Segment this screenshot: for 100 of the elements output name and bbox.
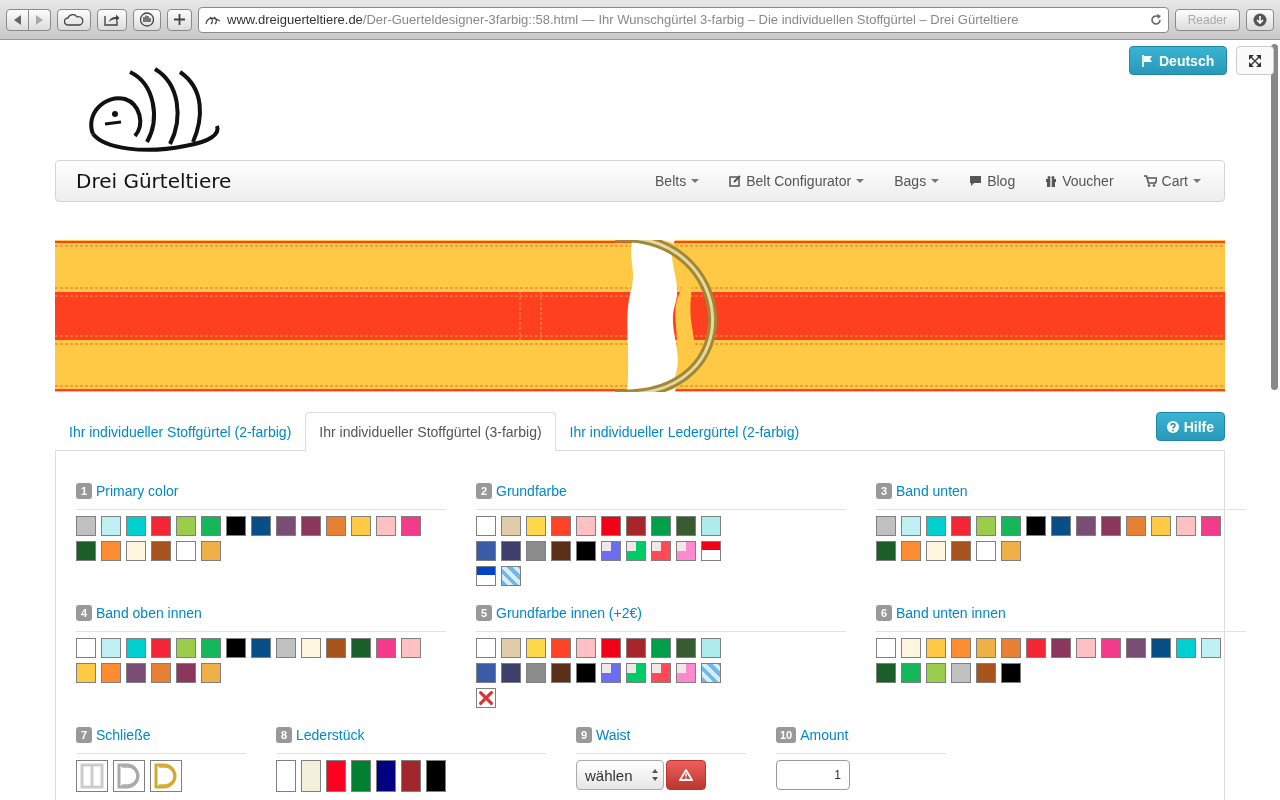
tab[interactable]: Ihr individueller Stoffgürtel (2-farbig)	[55, 412, 306, 450]
color-swatch[interactable]	[701, 516, 721, 536]
no-color-icon[interactable]	[476, 688, 496, 708]
color-swatch[interactable]	[351, 760, 371, 792]
reload-icon[interactable]	[1149, 13, 1162, 26]
color-swatch[interactable]	[1001, 516, 1021, 536]
color-swatch[interactable]	[701, 663, 721, 683]
color-swatch[interactable]	[351, 516, 371, 536]
color-swatch[interactable]	[651, 541, 671, 561]
color-swatch[interactable]	[576, 663, 596, 683]
color-swatch[interactable]	[476, 638, 496, 658]
color-swatch[interactable]	[526, 541, 546, 561]
color-swatch[interactable]	[876, 516, 896, 536]
color-swatch[interactable]	[551, 541, 571, 561]
color-swatch[interactable]	[1176, 638, 1196, 658]
color-swatch[interactable]	[1101, 516, 1121, 536]
color-swatch[interactable]	[401, 638, 421, 658]
color-swatch[interactable]	[976, 638, 996, 658]
color-swatch[interactable]	[1026, 638, 1046, 658]
warning-button[interactable]	[666, 760, 706, 790]
color-swatch[interactable]	[176, 516, 196, 536]
color-swatch[interactable]	[576, 638, 596, 658]
color-swatch[interactable]	[476, 566, 496, 586]
cloud-button[interactable]	[57, 8, 91, 31]
color-swatch[interactable]	[101, 516, 121, 536]
color-swatch[interactable]	[226, 516, 246, 536]
color-swatch[interactable]	[976, 541, 996, 561]
color-swatch[interactable]	[376, 760, 396, 792]
back-button[interactable]	[6, 8, 29, 31]
color-swatch[interactable]	[176, 541, 196, 561]
color-swatch[interactable]	[626, 516, 646, 536]
nav-link[interactable]: Blog	[954, 161, 1031, 201]
color-swatch[interactable]	[926, 638, 946, 658]
color-swatch[interactable]	[1001, 663, 1021, 683]
color-swatch[interactable]	[76, 663, 96, 683]
tab[interactable]: Ihr individueller Stoffgürtel (3-farbig)	[305, 412, 556, 451]
color-swatch[interactable]	[901, 663, 921, 683]
color-swatch[interactable]	[976, 516, 996, 536]
color-swatch[interactable]	[526, 638, 546, 658]
color-swatch[interactable]	[376, 516, 396, 536]
color-swatch[interactable]	[626, 541, 646, 561]
color-swatch[interactable]	[501, 566, 521, 586]
color-swatch[interactable]	[526, 516, 546, 536]
color-swatch[interactable]	[1051, 638, 1071, 658]
color-swatch[interactable]	[951, 541, 971, 561]
color-swatch[interactable]	[676, 663, 696, 683]
color-swatch[interactable]	[651, 663, 671, 683]
color-swatch[interactable]	[876, 638, 896, 658]
color-swatch[interactable]	[201, 516, 221, 536]
color-swatch[interactable]	[201, 638, 221, 658]
color-swatch[interactable]	[476, 541, 496, 561]
color-swatch[interactable]	[76, 638, 96, 658]
color-swatch[interactable]	[1201, 516, 1221, 536]
nav-link[interactable]: Belt Configurator	[714, 161, 880, 201]
color-swatch[interactable]	[951, 516, 971, 536]
color-swatch[interactable]	[551, 663, 571, 683]
color-swatch[interactable]	[326, 516, 346, 536]
color-swatch[interactable]	[651, 638, 671, 658]
color-swatch[interactable]	[101, 638, 121, 658]
color-swatch[interactable]	[101, 663, 121, 683]
nav-link[interactable]: Cart	[1128, 161, 1216, 201]
nav-link[interactable]: Bags	[879, 161, 955, 201]
fullscreen-button[interactable]	[1236, 46, 1274, 75]
color-swatch[interactable]	[1001, 638, 1021, 658]
color-swatch[interactable]	[1201, 638, 1221, 658]
color-swatch[interactable]	[601, 663, 621, 683]
scrollbar[interactable]	[1271, 44, 1278, 390]
color-swatch[interactable]	[1151, 638, 1171, 658]
color-swatch[interactable]	[676, 541, 696, 561]
color-swatch[interactable]	[101, 541, 121, 561]
color-swatch[interactable]	[301, 638, 321, 658]
color-swatch[interactable]	[651, 516, 671, 536]
color-swatch[interactable]	[151, 638, 171, 658]
color-swatch[interactable]	[976, 663, 996, 683]
color-swatch[interactable]	[1176, 516, 1196, 536]
color-swatch[interactable]	[576, 516, 596, 536]
color-swatch[interactable]	[151, 541, 171, 561]
hand-button[interactable]	[133, 8, 161, 31]
color-swatch[interactable]	[201, 663, 221, 683]
color-swatch[interactable]	[526, 663, 546, 683]
color-swatch[interactable]	[126, 516, 146, 536]
downloads-button[interactable]	[1246, 8, 1274, 31]
color-swatch[interactable]	[1001, 541, 1021, 561]
color-swatch[interactable]	[926, 541, 946, 561]
color-swatch[interactable]	[1126, 638, 1146, 658]
color-swatch[interactable]	[926, 516, 946, 536]
color-swatch[interactable]	[1051, 516, 1071, 536]
color-swatch[interactable]	[551, 638, 571, 658]
color-swatch[interactable]	[901, 638, 921, 658]
color-swatch[interactable]	[251, 638, 271, 658]
color-swatch[interactable]	[1076, 638, 1096, 658]
color-swatch[interactable]	[1126, 516, 1146, 536]
color-swatch[interactable]	[176, 663, 196, 683]
color-swatch[interactable]	[676, 638, 696, 658]
color-swatch[interactable]	[501, 638, 521, 658]
color-swatch[interactable]	[301, 516, 321, 536]
tab[interactable]: Ihr individueller Ledergürtel (2-farbig)	[555, 412, 814, 450]
color-swatch[interactable]	[351, 638, 371, 658]
color-swatch[interactable]	[501, 541, 521, 561]
color-swatch[interactable]	[1076, 516, 1096, 536]
